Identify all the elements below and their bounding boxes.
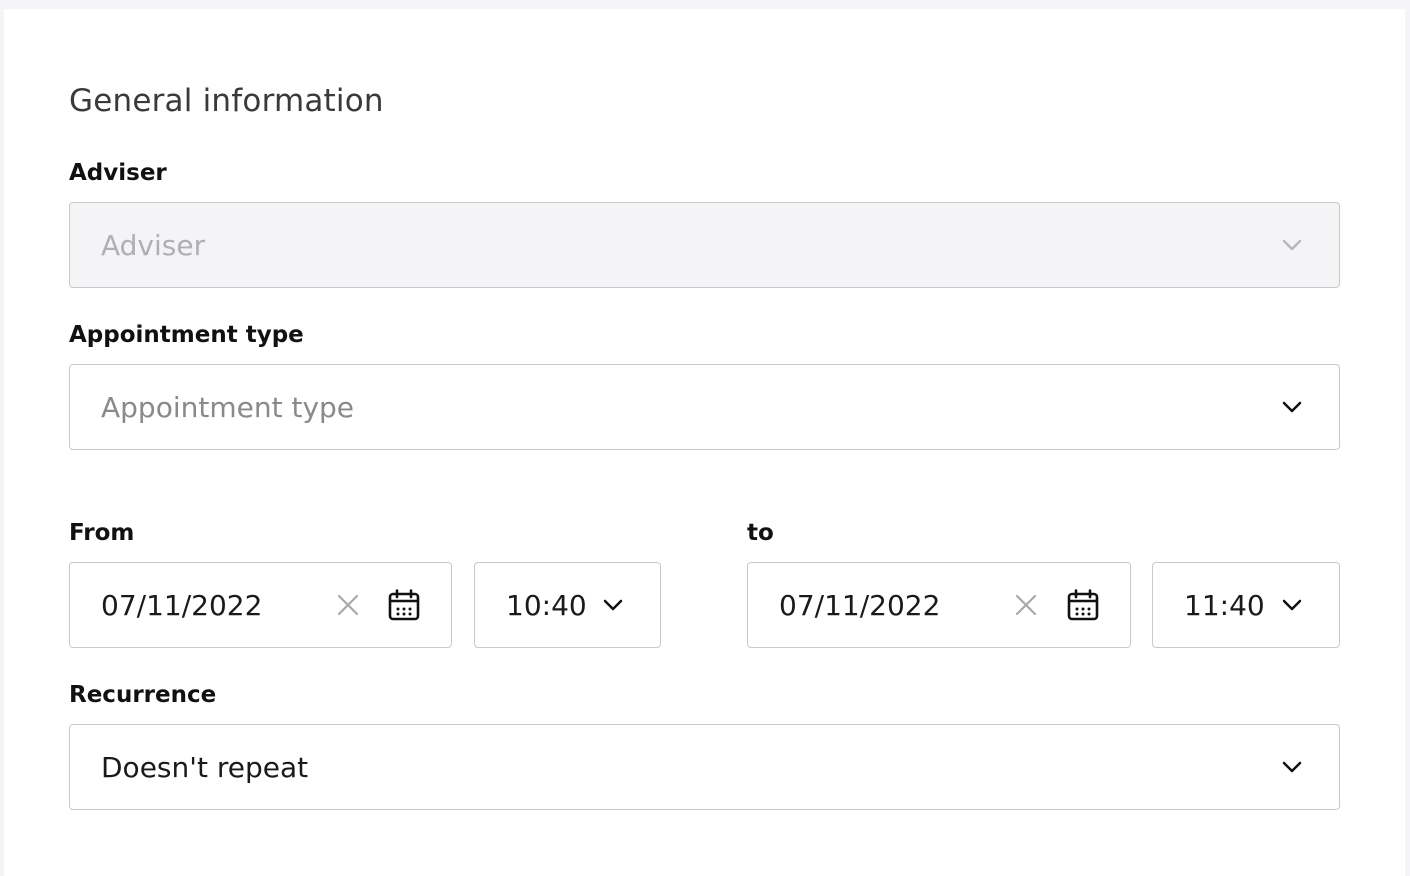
close-icon[interactable] <box>1014 593 1038 617</box>
to-date-value: 07/11/2022 <box>779 588 941 622</box>
appointment-type-select[interactable]: Appointment type <box>69 364 1340 450</box>
calendar-icon[interactable] <box>1067 589 1099 621</box>
section-title: General information <box>69 83 384 119</box>
appointment-type-label: Appointment type <box>69 322 304 348</box>
chevron-down-icon <box>1282 239 1302 251</box>
recurrence-value: Doesn't repeat <box>101 750 309 784</box>
recurrence-select[interactable]: Doesn't repeat <box>69 724 1340 810</box>
form-card: General information Adviser Adviser Appo… <box>4 9 1405 876</box>
to-time-value: 11:40 <box>1184 588 1265 622</box>
adviser-placeholder: Adviser <box>101 228 206 262</box>
to-date-input[interactable]: 07/11/2022 <box>747 562 1131 648</box>
from-date-value: 07/11/2022 <box>101 588 263 622</box>
adviser-select[interactable]: Adviser <box>69 202 1340 288</box>
from-time-value: 10:40 <box>506 588 587 622</box>
from-time-select[interactable]: 10:40 <box>474 562 661 648</box>
from-label: From <box>69 520 135 546</box>
chevron-down-icon <box>603 599 623 611</box>
calendar-icon[interactable] <box>388 589 420 621</box>
to-time-select[interactable]: 11:40 <box>1152 562 1340 648</box>
to-label: to <box>747 520 774 546</box>
appointment-type-placeholder: Appointment type <box>101 390 355 424</box>
recurrence-label: Recurrence <box>69 682 217 708</box>
chevron-down-icon <box>1282 761 1302 773</box>
from-date-input[interactable]: 07/11/2022 <box>69 562 452 648</box>
close-icon[interactable] <box>336 593 360 617</box>
adviser-label: Adviser <box>69 160 167 186</box>
chevron-down-icon <box>1282 599 1302 611</box>
chevron-down-icon <box>1282 401 1302 413</box>
